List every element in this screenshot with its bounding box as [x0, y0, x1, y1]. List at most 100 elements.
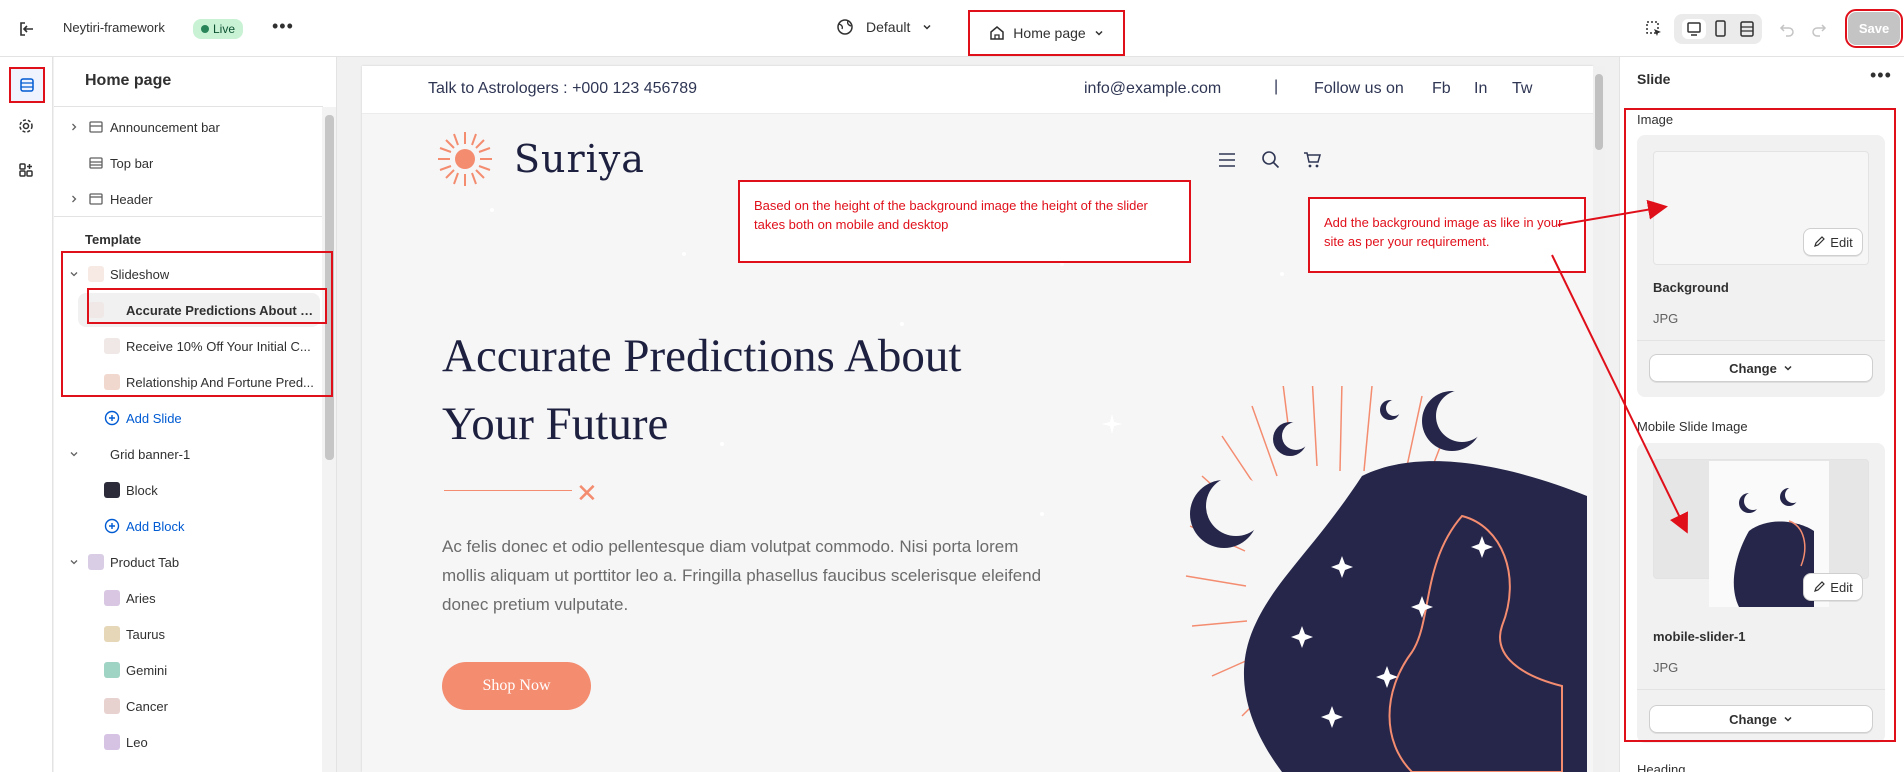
page-select[interactable]: Home page [968, 10, 1125, 56]
save-button[interactable]: Save [1845, 9, 1903, 48]
store-name: Neytiri-framework [63, 20, 165, 35]
status-badge: Live [193, 19, 244, 39]
sidebar-item-label: Leo [126, 734, 148, 750]
theme-select[interactable]: Default [836, 18, 932, 36]
product-item-aries[interactable]: Aries [54, 581, 323, 615]
product-item-leo[interactable]: Leo [54, 725, 323, 759]
pencil-icon [1814, 581, 1826, 592]
edit-mobile-image-button[interactable]: Edit [1803, 573, 1863, 601]
sidebar-item-label: Aries [126, 590, 156, 606]
gear-icon [19, 119, 33, 133]
chevron-right-icon[interactable] [70, 123, 78, 131]
cart-icon[interactable] [1302, 150, 1322, 170]
add-slide-button[interactable]: Add Slide [54, 401, 323, 435]
store-preview: Talk to Astrologers : +000 123 456789 in… [362, 66, 1593, 772]
section-announcement-bar[interactable]: Announcement bar [54, 110, 323, 144]
chevron-down-icon [1784, 716, 1792, 722]
chevron-down-icon[interactable] [70, 558, 78, 566]
change-background-button[interactable]: Change [1649, 354, 1873, 382]
chevron-down-icon[interactable] [70, 450, 78, 458]
product-thumbnail [104, 662, 120, 678]
inspector-icon[interactable] [1644, 19, 1664, 39]
scrollbar-thumb[interactable] [325, 115, 334, 460]
chevron-down-icon[interactable] [70, 270, 78, 278]
astrology-woman-illustration [1185, 386, 1587, 772]
menu-icon[interactable] [1217, 150, 1237, 170]
fullscreen-view-icon[interactable] [1737, 19, 1757, 39]
sections-icon [20, 78, 34, 92]
mobile-file-type: JPG [1653, 660, 1679, 675]
image-label: Image [1637, 112, 1674, 127]
scrollbar-thumb[interactable] [1595, 74, 1603, 150]
mobile-image-preview[interactable] [1653, 459, 1869, 607]
sidebar-scrollbar[interactable] [322, 107, 336, 772]
apps-nav-button[interactable] [12, 156, 40, 184]
divider: | [1274, 78, 1279, 95]
sidebar-item-label: Grid banner-1 [110, 446, 191, 462]
product-item-cancer[interactable]: Cancer [54, 689, 323, 723]
mobile-view-icon[interactable] [1710, 19, 1730, 39]
product-thumbnail [104, 698, 120, 714]
slide-thumbnail [104, 374, 120, 390]
slide-settings-panel: Slide ••• Image Edit Background JPG Chan… [1619, 57, 1904, 772]
slide-item-2[interactable]: Receive 10% Off Your Initial C... [54, 329, 323, 363]
slide-item-1[interactable]: Accurate Predictions About Y... [78, 293, 320, 327]
edit-background-button[interactable]: Edit [1803, 228, 1863, 256]
chevron-down-icon [923, 24, 931, 30]
email-link[interactable]: info@example.com [1084, 80, 1221, 98]
add-circle-icon [104, 410, 120, 426]
sun-logo-icon [438, 132, 492, 186]
more-options-button[interactable]: ••• [272, 16, 294, 37]
sidebar-item-label: Cancer [126, 698, 168, 714]
hero-description: Ac felis donec et odio pellentesque diam… [442, 537, 1042, 614]
product-thumbnail [104, 734, 120, 750]
hero-title: Accurate Predictions About Your Future [442, 330, 962, 450]
store-logo[interactable]: Suriya [436, 130, 645, 188]
mobile-image-card: Edit mobile-slider-1 JPG Change [1637, 443, 1885, 743]
annotation-background-image: Add the background image as like in your… [1308, 197, 1586, 273]
change-mobile-image-button[interactable]: Change [1649, 705, 1873, 733]
product-thumbnail [104, 590, 120, 606]
block-thumbnail [104, 482, 120, 498]
redo-icon[interactable] [1809, 19, 1829, 39]
preview-scrollbar[interactable] [1593, 66, 1605, 772]
theme-settings-nav-button[interactable] [12, 112, 40, 140]
divider [1637, 689, 1885, 690]
chevron-right-icon[interactable] [70, 195, 78, 203]
sidebar-item-label: Gemini [126, 662, 168, 678]
slide-item-3[interactable]: Relationship And Fortune Pred... [54, 365, 323, 399]
social-link-tw[interactable]: Tw [1512, 80, 1532, 98]
social-link-fb[interactable]: Fb [1432, 80, 1451, 98]
social-link-in[interactable]: In [1474, 80, 1487, 98]
sidebar-item-label: Product Tab [110, 554, 180, 570]
section-header[interactable]: Header [54, 182, 323, 216]
chevron-down-icon [1784, 365, 1792, 371]
section-product-tab[interactable]: Product Tab [54, 545, 323, 579]
annotation-slider-height: Based on the height of the background im… [738, 180, 1191, 263]
sidebar-item-label: Block [126, 482, 158, 498]
hero-divider-x: ✕ [576, 478, 598, 508]
section-grid-banner[interactable]: Grid banner-1 [54, 437, 323, 471]
sidebar-item-label: Header [110, 191, 153, 207]
desktop-view-icon[interactable] [1682, 19, 1706, 39]
add-block-label: Add Block [126, 518, 185, 534]
panel-more-button[interactable]: ••• [1870, 65, 1892, 86]
add-block-button[interactable]: Add Block [54, 509, 323, 543]
slide-thumbnail [104, 338, 120, 354]
divider [54, 216, 323, 217]
theme-label: Default [866, 19, 911, 35]
product-item-taurus[interactable]: Taurus [54, 617, 323, 651]
search-icon[interactable] [1261, 150, 1281, 170]
shop-now-button[interactable]: Shop Now [442, 662, 591, 710]
section-top-bar[interactable]: Top bar [54, 146, 323, 180]
sections-nav-button[interactable] [9, 67, 45, 103]
exit-icon[interactable] [16, 18, 38, 40]
sections-sidebar: Home page Announcement bar Top bar Heade… [54, 57, 337, 772]
undo-icon[interactable] [1777, 19, 1797, 39]
heading-label: Heading [1637, 762, 1686, 772]
globe-icon [837, 19, 853, 35]
section-slideshow[interactable]: Slideshow [54, 257, 323, 291]
sidebar-item-label: Top bar [110, 155, 154, 171]
product-item-gemini[interactable]: Gemini [54, 653, 323, 687]
block-item[interactable]: Block [54, 473, 323, 507]
